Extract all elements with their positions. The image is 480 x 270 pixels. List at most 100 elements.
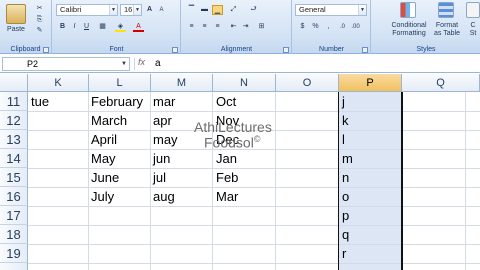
paste-button[interactable]: Paste — [2, 26, 30, 34]
font-color-button[interactable]: A — [133, 22, 144, 32]
cell-l15[interactable]: June — [91, 168, 119, 187]
chevron-down-icon[interactable]: ▼ — [119, 58, 129, 70]
font-launcher-icon[interactable] — [172, 47, 178, 53]
borders-icon[interactable]: ▦ — [97, 22, 108, 32]
cell-p14[interactable]: m — [342, 149, 353, 168]
row-header-12[interactable]: 12 — [0, 111, 28, 130]
clipboard-launcher-icon[interactable] — [43, 47, 49, 53]
formula-input[interactable]: a — [155, 58, 161, 69]
increase-indent-icon[interactable]: ⇥ — [240, 22, 251, 32]
wrap-text-icon[interactable]: ⮐ — [248, 5, 259, 15]
cell-p12[interactable]: k — [342, 111, 349, 130]
fill-color-icon[interactable]: ◈ — [115, 22, 126, 32]
cell-m14[interactable]: jun — [153, 149, 170, 168]
grid-line — [28, 244, 480, 245]
increase-decimal-icon[interactable]: .0 — [337, 22, 348, 32]
cell-m12[interactable]: apr — [153, 111, 172, 130]
row-header-18[interactable]: 18 — [0, 225, 28, 244]
currency-button[interactable]: $ — [297, 22, 308, 32]
column-header-m[interactable]: M — [151, 74, 213, 92]
cell-l11[interactable]: February — [91, 92, 143, 111]
cell-m15[interactable]: jul — [153, 168, 166, 187]
bold-button[interactable]: B — [57, 22, 68, 32]
column-header-q[interactable]: Q — [402, 74, 480, 92]
cell-styles-button[interactable]: C St — [466, 22, 480, 38]
cell-p19[interactable]: r — [342, 244, 346, 263]
grid-line — [28, 225, 480, 226]
row-header-17[interactable]: 17 — [0, 206, 28, 225]
cell-p18[interactable]: q — [342, 225, 349, 244]
font-family-value: Calibri — [60, 5, 82, 14]
cell-k11[interactable]: tue — [31, 92, 49, 111]
alignment-launcher-icon[interactable] — [283, 47, 289, 53]
chevron-down-icon[interactable]: ▼ — [358, 5, 366, 15]
cell-l12[interactable]: March — [91, 111, 127, 130]
font-family-select[interactable]: Calibri ▼ — [56, 4, 118, 16]
column-header-o[interactable]: O — [276, 74, 339, 92]
column-header-k[interactable]: K — [28, 74, 89, 92]
select-all-corner[interactable] — [0, 74, 28, 92]
cell-n15[interactable]: Feb — [216, 168, 238, 187]
orientation-icon[interactable]: ⤢ — [228, 5, 239, 15]
shrink-font-button[interactable]: A — [156, 5, 167, 15]
chevron-down-icon[interactable]: ▼ — [109, 5, 117, 15]
italic-button[interactable]: I — [69, 22, 80, 32]
cell-l14[interactable]: May — [91, 149, 116, 168]
cell-m13[interactable]: may — [153, 130, 178, 149]
cell-p13[interactable]: l — [342, 130, 345, 149]
cell-p15[interactable]: n — [342, 168, 349, 187]
decrease-indent-icon[interactable]: ⇤ — [228, 22, 239, 32]
cut-icon[interactable]: ✂ — [34, 4, 45, 14]
copy-icon[interactable]: ⎘ — [34, 15, 45, 25]
worksheet-grid[interactable]: K L M N O P Q 11 12 13 14 15 16 17 18 19… — [0, 74, 480, 270]
paste-icon[interactable] — [6, 4, 26, 24]
cell-l13[interactable]: April — [91, 130, 117, 149]
cell-m16[interactable]: aug — [153, 187, 175, 206]
cell-m11[interactable]: mar — [153, 92, 175, 111]
row-header-19[interactable]: 19 — [0, 244, 28, 263]
format-as-table-icon[interactable] — [438, 2, 454, 18]
format-as-table-button[interactable]: Format as Table — [432, 22, 462, 38]
column-header-l[interactable]: L — [89, 74, 151, 92]
cell-p11[interactable]: j — [342, 92, 345, 111]
conditional-formatting-button[interactable]: Conditional Formatting — [386, 22, 432, 38]
conditional-formatting-icon[interactable] — [400, 2, 416, 18]
cell-p17[interactable]: p — [342, 206, 349, 225]
row-header-16[interactable]: 16 — [0, 187, 28, 206]
selection-border-left — [338, 92, 339, 270]
chevron-down-icon[interactable]: ▼ — [133, 5, 141, 15]
row-header-14[interactable]: 14 — [0, 149, 28, 168]
row-header-15[interactable]: 15 — [0, 168, 28, 187]
merge-center-icon[interactable]: ⊞ — [256, 22, 267, 32]
column-header-n[interactable]: N — [213, 74, 276, 92]
percent-button[interactable]: % — [310, 22, 321, 32]
align-center-icon[interactable]: ≡ — [199, 22, 210, 32]
column-header-p[interactable]: P — [339, 74, 402, 92]
insert-function-icon[interactable]: fx — [138, 57, 145, 67]
cell-styles-icon[interactable] — [466, 2, 480, 18]
number-format-select[interactable]: General ▼ — [295, 4, 367, 16]
name-box[interactable]: P2 ▼ — [2, 57, 130, 71]
cell-n14[interactable]: Jan — [216, 149, 237, 168]
align-middle-icon[interactable]: ▬ — [199, 5, 210, 15]
cell-l16[interactable]: July — [91, 187, 114, 206]
decrease-decimal-icon[interactable]: .00 — [350, 22, 361, 32]
row-header-20[interactable] — [0, 263, 28, 270]
align-left-icon[interactable]: ≡ — [186, 22, 197, 32]
comma-button[interactable]: , — [323, 22, 334, 32]
number-launcher-icon[interactable] — [362, 47, 368, 53]
row-header-13[interactable]: 13 — [0, 130, 28, 149]
clipboard-group: Paste ✂ ⎘ ✎ Clipboard — [0, 0, 52, 54]
align-bottom-icon[interactable]: ▁ — [212, 5, 223, 15]
watermark-line2: Foodsol© — [204, 134, 260, 151]
row-header-11[interactable]: 11 — [0, 92, 28, 111]
cell-n11[interactable]: Oct — [216, 92, 236, 111]
underline-button[interactable]: U — [81, 22, 92, 32]
grow-font-button[interactable]: A — [144, 5, 155, 15]
align-right-icon[interactable]: ≡ — [212, 22, 223, 32]
cell-p16[interactable]: o — [342, 187, 349, 206]
align-top-icon[interactable]: ▔ — [186, 5, 197, 15]
cell-n16[interactable]: Mar — [216, 187, 238, 206]
font-size-select[interactable]: 16 ▼ — [120, 4, 142, 16]
format-painter-icon[interactable]: ✎ — [34, 26, 45, 36]
